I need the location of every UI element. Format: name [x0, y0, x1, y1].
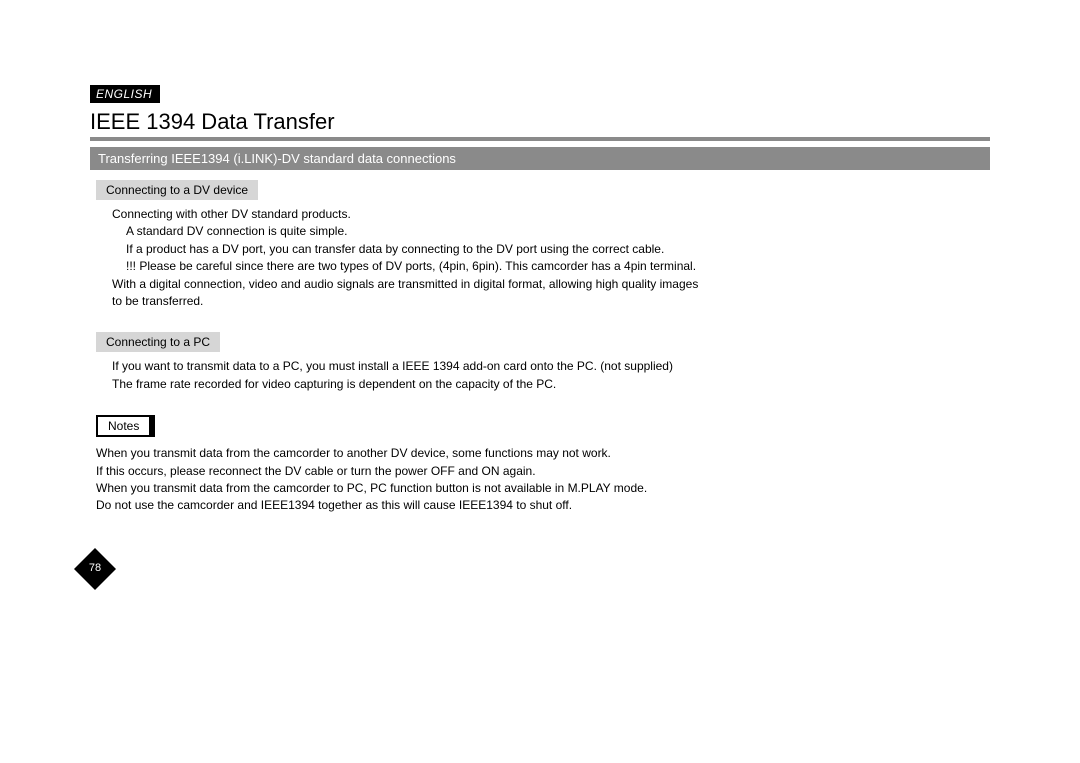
- text-line: A standard DV connection is quite simple…: [126, 223, 990, 240]
- section2-label: Connecting to a PC: [96, 332, 220, 352]
- text-line: If you want to transmit data to a PC, yo…: [112, 358, 990, 375]
- text-line: to be transferred.: [112, 293, 990, 310]
- text-line: The frame rate recorded for video captur…: [112, 376, 990, 393]
- notes-body: When you transmit data from the camcorde…: [96, 445, 990, 515]
- text-line: !!! Please be careful since there are tw…: [126, 258, 990, 275]
- page-number-marker: 78: [72, 546, 118, 592]
- text-line: Do not use the camcorder and IEEE1394 to…: [96, 497, 990, 514]
- section2-body: If you want to transmit data to a PC, yo…: [112, 358, 990, 393]
- text-line: When you transmit data from the camcorde…: [96, 445, 990, 462]
- language-badge: ENGLISH: [90, 85, 160, 103]
- notes-heading-box: Notes: [96, 415, 155, 437]
- text-line: When you transmit data from the camcorde…: [96, 480, 990, 497]
- text-line: If a product has a DV port, you can tran…: [126, 241, 990, 258]
- section1-body: Connecting with other DV standard produc…: [112, 206, 990, 310]
- text-line: Connecting with other DV standard produc…: [112, 206, 990, 223]
- page-number-text: 78: [72, 562, 118, 574]
- manual-page: ENGLISH IEEE 1394 Data Transfer Transfer…: [90, 85, 990, 515]
- title-underline: [90, 137, 990, 141]
- section-subheader: Transferring IEEE1394 (i.LINK)-DV standa…: [90, 147, 990, 170]
- section1-label: Connecting to a DV device: [96, 180, 258, 200]
- notes-label: Notes: [108, 419, 139, 433]
- text-line: With a digital connection, video and aud…: [112, 276, 990, 293]
- text-line: If this occurs, please reconnect the DV …: [96, 463, 990, 480]
- page-title: IEEE 1394 Data Transfer: [90, 109, 990, 135]
